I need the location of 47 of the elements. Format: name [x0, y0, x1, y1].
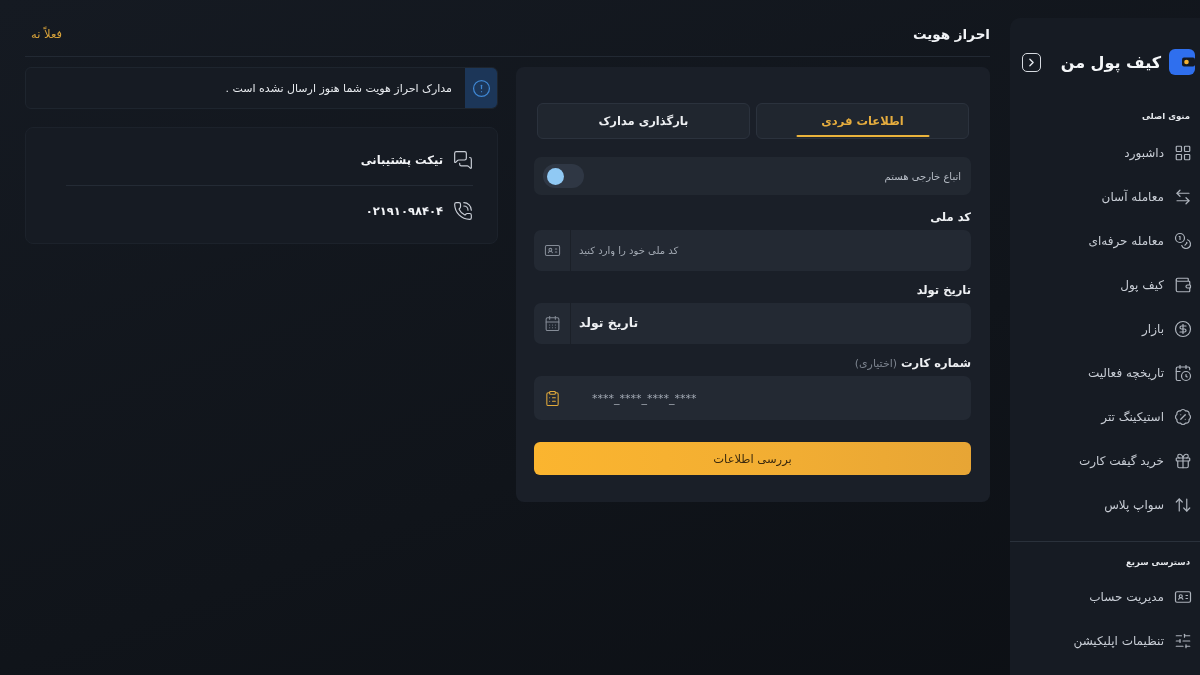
tab[interactable]: اطلاعات فردی [756, 103, 969, 139]
sliders-icon [1174, 632, 1192, 650]
field-label: کد ملی [930, 210, 971, 224]
sidebar-item[interactable]: داشبورد [1018, 131, 1200, 175]
sidebar-item[interactable]: مدیریت حساب [1018, 575, 1200, 619]
tab[interactable]: بارگذاری مدارک [537, 103, 750, 139]
arrows-icon [1174, 188, 1192, 206]
sidebar-item[interactable]: تاریخچه فعالیت [1018, 351, 1200, 395]
collapse-button[interactable] [1022, 52, 1041, 72]
sidebar-item[interactable]: معامله حرفه‌ای [1018, 219, 1200, 263]
menu-section-title: دسترسی سریع [1124, 556, 1191, 569]
alert-message: مدارک احراز هویت شما هنوز ارسال نشده است . [225, 81, 452, 95]
grid-icon [1174, 144, 1192, 162]
optional-hint: (اختیاری) [854, 356, 898, 370]
sidebar-item[interactable]: تنظیمات اپلیکیشن [1018, 619, 1200, 663]
gift-icon [1174, 452, 1192, 470]
percent-badge-icon [1174, 408, 1192, 426]
clipboard-icon [543, 389, 561, 407]
phone-link[interactable]: ۰۲۱۹۱۰۹۸۴۰۴ [365, 193, 473, 229]
sidebar-item[interactable]: خرید گیفت کارت [1018, 439, 1200, 483]
wallet-icon [1174, 276, 1192, 294]
submit-button[interactable]: بررسی اطلاعات [534, 442, 971, 475]
calendar-icon [543, 315, 561, 332]
logo-text: کیف پول من [1060, 52, 1161, 72]
dollar-coin-icon [1174, 320, 1192, 338]
phone-icon [453, 201, 473, 221]
field-label: تاریخ تولد [916, 283, 971, 297]
chat-bubbles-icon [453, 150, 473, 170]
sidebar-item[interactable]: بازار [1018, 307, 1200, 351]
logo-icon [1169, 49, 1195, 75]
menu-section-title: منوی اصلی [1141, 110, 1191, 123]
toggle-label: اتباع خارجی هستم [884, 170, 961, 182]
page-title: احراز هویت [912, 26, 990, 42]
sidebar-item[interactable]: استیکینگ تتر [1018, 395, 1200, 439]
id-card-icon [1174, 588, 1192, 606]
calendar-clock-icon [1174, 364, 1192, 382]
sidebar-item[interactable]: معامله آسان [1018, 175, 1200, 219]
sidebar-item[interactable]: کیف پول [1018, 263, 1200, 307]
coins-icon [1174, 232, 1192, 250]
sidebar-item[interactable]: سواپ پلاس [1018, 483, 1200, 527]
skip-link[interactable]: فعلاً نه [31, 27, 62, 41]
field-label: شماره کارت [901, 356, 971, 370]
alert-icon [465, 68, 497, 108]
id-card-icon [543, 242, 561, 259]
toggle-switch[interactable] [543, 164, 584, 188]
up-down-arrows-icon [1174, 496, 1192, 514]
support-ticket-link[interactable]: تیکت پشتیبانی [360, 142, 473, 178]
